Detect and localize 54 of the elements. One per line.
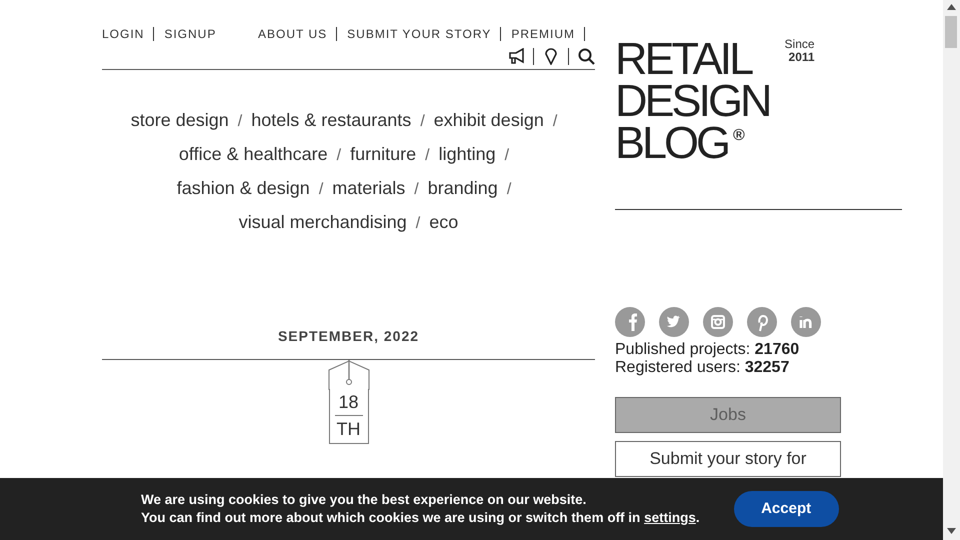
header-link[interactable]: SUBMIT YOUR STORY xyxy=(347,27,502,41)
separator: / xyxy=(425,147,430,164)
logo-text: BLOG xyxy=(615,122,730,164)
day-number: 18 xyxy=(334,389,362,416)
logo-text: RETAIL xyxy=(615,38,753,80)
header-link[interactable]: SIGNUP xyxy=(164,27,216,41)
separator: / xyxy=(420,113,425,130)
sidebar-button[interactable]: Submit your story for xyxy=(615,441,841,477)
settings-link[interactable]: settings xyxy=(644,510,696,525)
category-link[interactable]: lighting xyxy=(438,144,496,164)
separator: / xyxy=(416,215,420,232)
category-link[interactable]: store design xyxy=(130,110,229,130)
scroll-up-icon[interactable] xyxy=(947,4,956,10)
facebook-icon[interactable] xyxy=(615,307,645,337)
accept-button[interactable]: Accept xyxy=(734,491,839,527)
scrollbar-thumb[interactable] xyxy=(945,16,957,48)
category-link[interactable]: visual merchandising xyxy=(238,212,407,232)
linkedin-icon[interactable] xyxy=(791,307,821,337)
category-link[interactable]: office & healthcare xyxy=(178,144,328,164)
registered-mark: ® xyxy=(733,126,745,146)
twitter-icon[interactable] xyxy=(659,307,689,337)
header-link[interactable]: LOGIN xyxy=(102,27,154,41)
header-link[interactable]: PREMIUM xyxy=(511,27,585,41)
separator: / xyxy=(238,113,242,130)
category-link[interactable]: eco xyxy=(429,212,458,232)
search-icon[interactable] xyxy=(578,48,595,65)
separator: / xyxy=(414,181,419,198)
day-suffix: TH xyxy=(336,418,360,441)
megaphone-icon[interactable] xyxy=(508,48,525,65)
separator: / xyxy=(506,181,512,198)
since-year: 2011 xyxy=(788,51,815,64)
separator: / xyxy=(552,113,558,130)
instagram-icon[interactable] xyxy=(703,307,733,337)
month-heading: SEPTEMBER, 2022 xyxy=(102,326,595,360)
cookie-text: You can find out more about which cookies we are using or switch them off in settings. xyxy=(141,509,700,527)
header-link[interactable]: ABOUT US xyxy=(258,27,338,41)
category-link[interactable]: furniture xyxy=(350,144,416,164)
stat-text: Registered users: 32257 xyxy=(615,359,790,377)
category-link[interactable]: fashion & design xyxy=(176,178,310,198)
category-link[interactable]: branding xyxy=(428,178,498,198)
cookie-text: We are using cookies to give you the best experience on our website. xyxy=(141,491,588,509)
scrollbar[interactable] xyxy=(943,0,960,540)
since-label: Since xyxy=(784,38,815,51)
logo-text: DESIGN xyxy=(615,80,771,122)
stat-text: Published projects: 21760 xyxy=(615,341,800,359)
location-pin-icon[interactable] xyxy=(543,48,560,65)
category-link[interactable]: exhibit design xyxy=(434,110,544,130)
category-link[interactable]: materials xyxy=(332,178,406,198)
pinterest-icon[interactable] xyxy=(747,307,777,337)
scroll-down-icon[interactable] xyxy=(947,528,956,534)
separator: / xyxy=(336,147,342,164)
separator: / xyxy=(504,147,510,164)
separator: / xyxy=(318,181,324,198)
category-link[interactable]: hotels & restaurants xyxy=(251,110,412,130)
